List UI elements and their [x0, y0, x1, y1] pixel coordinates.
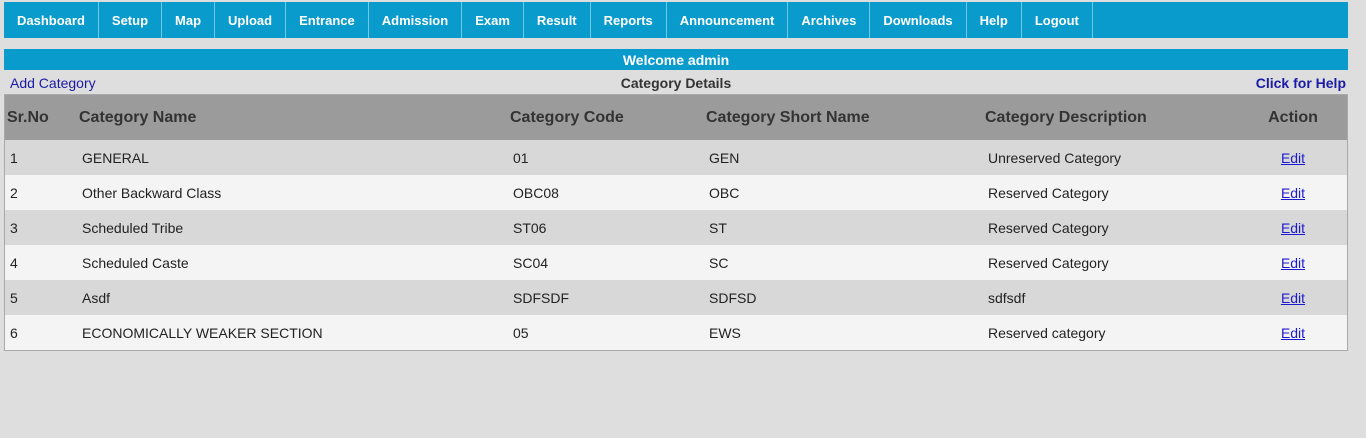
nav-result[interactable]: Result: [524, 2, 591, 38]
category-table: Sr.No Category Name Category Code Catego…: [5, 95, 1347, 350]
cell-short-name: ST: [709, 219, 727, 236]
edit-link[interactable]: Edit: [1281, 220, 1305, 236]
cell-srno: 2: [10, 184, 18, 201]
cell-action: Edit: [1239, 140, 1347, 175]
col-header-category-code: Category Code: [510, 108, 624, 126]
table-row: 2 Other Backward Class OBC08 OBC Reserve…: [5, 175, 1347, 210]
cell-description: Reserved Category: [988, 184, 1109, 201]
table-row: 5 Asdf SDFSDF SDFSD sdfsdf Edit: [5, 280, 1347, 315]
cell-description: sdfsdf: [988, 289, 1026, 306]
cell-category-name: ECONOMICALLY WEAKER SECTION: [82, 324, 323, 341]
cell-srno: 4: [10, 254, 18, 271]
cell-category-code: SDFSDF: [513, 289, 569, 306]
cell-short-name: SC: [709, 254, 729, 271]
cell-short-name: GEN: [709, 149, 740, 166]
col-header-srno: Sr.No: [7, 108, 49, 126]
nav-entrance[interactable]: Entrance: [286, 2, 369, 38]
table-header-row: Sr.No Category Name Category Code Catego…: [5, 95, 1347, 140]
cell-description: Reserved category: [988, 324, 1106, 341]
edit-link[interactable]: Edit: [1281, 325, 1305, 341]
table-row: 1 GENERAL 01 GEN Unreserved Category Edi…: [5, 140, 1347, 175]
nav-map[interactable]: Map: [162, 2, 216, 38]
nav-upload[interactable]: Upload: [215, 2, 287, 38]
cell-action: Edit: [1239, 315, 1347, 350]
col-header-category-short-name: Category Short Name: [706, 108, 870, 126]
edit-link[interactable]: Edit: [1281, 290, 1305, 306]
cell-description: Reserved Category: [988, 219, 1109, 236]
cell-short-name: OBC: [709, 184, 740, 201]
top-nav: Dashboard Setup Map Upload Entrance Admi…: [4, 2, 1348, 38]
cell-category-code: SC04: [513, 254, 549, 271]
cell-category-code: 01: [513, 149, 529, 166]
cell-srno: 5: [10, 289, 18, 306]
subbar: Add Category Category Details Click for …: [4, 71, 1348, 94]
nav-reports[interactable]: Reports: [591, 2, 667, 38]
table-row: 6 ECONOMICALLY WEAKER SECTION 05 EWS Res…: [5, 315, 1347, 350]
nav-dashboard[interactable]: Dashboard: [4, 2, 99, 38]
welcome-banner: Welcome admin: [4, 49, 1348, 70]
nav-admission[interactable]: Admission: [369, 2, 463, 38]
cell-short-name: EWS: [709, 324, 741, 341]
col-header-category-description: Category Description: [985, 108, 1147, 126]
add-category-link[interactable]: Add Category: [4, 75, 96, 91]
nav-archives[interactable]: Archives: [788, 2, 871, 38]
page-title: Category Details: [620, 74, 732, 91]
nav-downloads[interactable]: Downloads: [870, 2, 967, 38]
edit-link[interactable]: Edit: [1281, 255, 1305, 271]
cell-category-code: 05: [513, 324, 529, 341]
table-row: 4 Scheduled Caste SC04 SC Reserved Categ…: [5, 245, 1347, 280]
cell-category-name: GENERAL: [82, 149, 149, 166]
cell-category-name: Scheduled Caste: [82, 254, 189, 271]
cell-srno: 6: [10, 324, 18, 341]
cell-action: Edit: [1239, 175, 1347, 210]
cell-srno: 3: [10, 219, 18, 236]
table-row: 3 Scheduled Tribe ST06 ST Reserved Categ…: [5, 210, 1347, 245]
cell-description: Reserved Category: [988, 254, 1109, 271]
cell-category-name: Asdf: [82, 289, 111, 306]
cell-action: Edit: [1239, 280, 1347, 315]
col-header-category-name: Category Name: [79, 108, 197, 126]
cell-short-name: SDFSD: [709, 289, 757, 306]
cell-category-code: OBC08: [513, 184, 559, 201]
category-table-container: Sr.No Category Name Category Code Catego…: [4, 94, 1348, 351]
edit-link[interactable]: Edit: [1281, 185, 1305, 201]
cell-category-code: ST06: [513, 219, 547, 236]
cell-description: Unreserved Category: [988, 149, 1122, 166]
edit-link[interactable]: Edit: [1281, 150, 1305, 166]
cell-category-name: Scheduled Tribe: [82, 219, 184, 236]
nav-logout[interactable]: Logout: [1022, 2, 1093, 38]
help-link[interactable]: Click for Help: [1256, 75, 1348, 91]
col-header-action: Action: [1268, 108, 1318, 126]
cell-action: Edit: [1239, 210, 1347, 245]
cell-category-name: Other Backward Class: [82, 184, 222, 201]
nav-exam[interactable]: Exam: [462, 2, 524, 38]
nav-setup[interactable]: Setup: [99, 2, 163, 38]
cell-srno: 1: [10, 149, 18, 166]
cell-action: Edit: [1239, 245, 1347, 280]
nav-help[interactable]: Help: [967, 2, 1022, 38]
nav-announcement[interactable]: Announcement: [667, 2, 789, 38]
